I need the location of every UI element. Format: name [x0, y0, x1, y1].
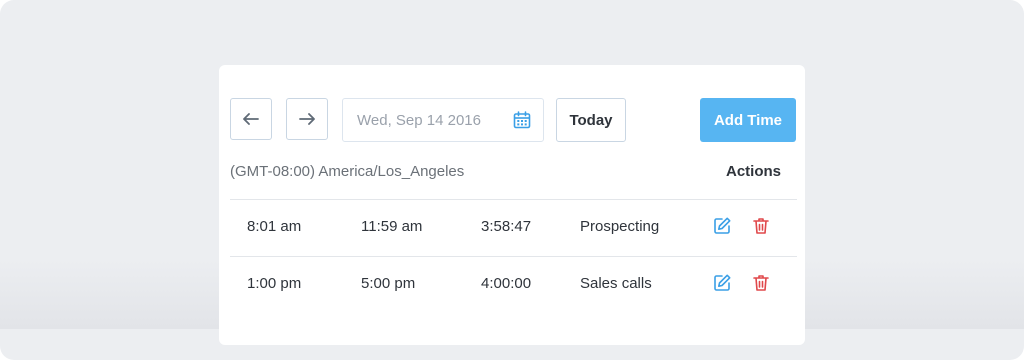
date-value: Wed, Sep 14 2016 — [357, 112, 481, 129]
timezone-label: (GMT-08:00) America/Los_Angeles — [230, 163, 465, 180]
entry-end-time: 5:00 pm — [361, 275, 416, 292]
edit-icon[interactable] — [712, 273, 732, 293]
edit-icon[interactable] — [712, 216, 732, 236]
calendar-icon[interactable] — [513, 111, 531, 129]
entry-duration: 4:00:00 — [481, 275, 532, 292]
entry-activity: Prospecting — [580, 218, 660, 235]
next-day-button[interactable] — [286, 98, 328, 140]
today-button[interactable]: Today — [556, 98, 626, 142]
time-entry-row: 1:00 pm 5:00 pm 4:00:00 Sales calls — [219, 256, 805, 313]
entry-end-time: 11:59 am — [361, 218, 423, 235]
actions-column-header: Actions — [726, 163, 782, 180]
time-entry-row: 8:01 am 11:59 am 3:58:47 Prospecting — [219, 199, 805, 256]
entry-start-time: 8:01 am — [247, 218, 302, 235]
previous-day-button[interactable] — [230, 98, 272, 140]
trash-icon[interactable] — [751, 273, 771, 293]
time-tracker-card: Wed, Sep 14 2016 Today Add Time (GMT-08:… — [219, 65, 805, 345]
entry-activity: Sales calls — [580, 275, 652, 292]
entry-duration: 3:58:47 — [481, 218, 532, 235]
entry-start-time: 1:00 pm — [247, 275, 302, 292]
arrow-right-icon — [299, 113, 315, 125]
add-time-button[interactable]: Add Time — [700, 98, 796, 142]
arrow-left-icon — [243, 113, 259, 125]
date-picker-field[interactable]: Wed, Sep 14 2016 — [342, 98, 544, 142]
trash-icon[interactable] — [751, 216, 771, 236]
